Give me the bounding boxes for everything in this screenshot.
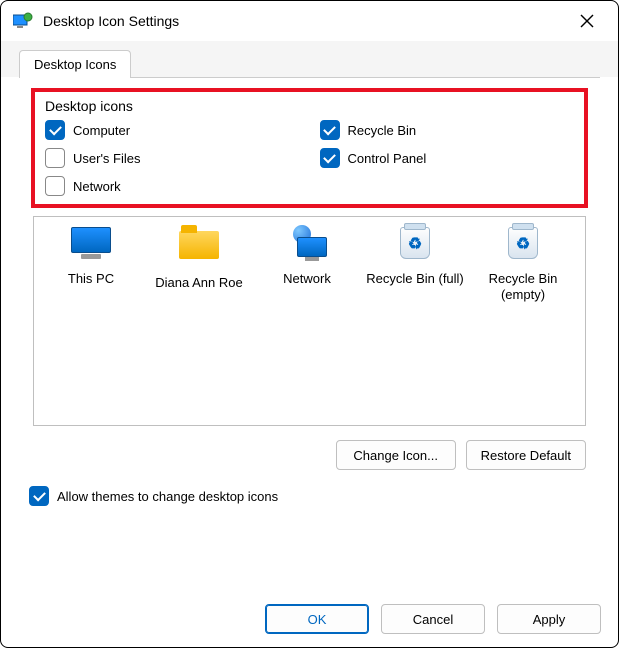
checkbox-allow-themes[interactable]: Allow themes to change desktop icons	[29, 486, 278, 506]
checkbox-network[interactable]: Network	[45, 176, 300, 196]
tabstrip: Desktop Icons	[1, 41, 618, 77]
network-icon	[285, 227, 329, 265]
icon-preview-well: This PC Diana Ann Roe Network ♻ Recycle …	[33, 216, 586, 426]
folder-icon	[177, 231, 221, 269]
app-icon	[13, 11, 33, 31]
monitor-icon	[69, 227, 113, 265]
titlebar: Desktop Icon Settings	[1, 1, 618, 41]
icon-label: This PC	[40, 271, 142, 287]
checkbox-label: Control Panel	[348, 151, 427, 166]
close-icon	[580, 14, 594, 28]
apply-button[interactable]: Apply	[497, 604, 601, 634]
checkbox-box	[45, 176, 65, 196]
cancel-button[interactable]: Cancel	[381, 604, 485, 634]
restore-default-button[interactable]: Restore Default	[466, 440, 586, 470]
icon-label: Diana Ann Roe	[148, 275, 250, 291]
icon-label: Recycle Bin (empty)	[472, 271, 574, 304]
recycle-bin-empty-icon: ♻	[501, 227, 545, 265]
dialog-buttons: OK Cancel Apply	[265, 604, 601, 634]
icon-user-files[interactable]: Diana Ann Roe	[148, 227, 250, 291]
checkbox-box	[45, 120, 65, 140]
tab-desktop-icons[interactable]: Desktop Icons	[19, 50, 131, 78]
checkbox-label: Network	[73, 179, 121, 194]
checkbox-recycle-bin[interactable]: Recycle Bin	[320, 120, 575, 140]
icon-recycle-bin-full[interactable]: ♻ Recycle Bin (full)	[364, 227, 466, 287]
desktop-icons-group: Desktop icons Computer Recycle Bin User'…	[31, 88, 588, 208]
checkbox-label: Allow themes to change desktop icons	[57, 489, 278, 504]
themes-checkbox-row: Allow themes to change desktop icons	[1, 472, 618, 506]
checkbox-label: Computer	[73, 123, 130, 138]
checkbox-box	[320, 148, 340, 168]
icon-this-pc[interactable]: This PC	[40, 227, 142, 287]
tab-body: Desktop icons Computer Recycle Bin User'…	[19, 77, 600, 472]
icon-label: Network	[256, 271, 358, 287]
checkbox-box	[320, 120, 340, 140]
recycle-bin-full-icon: ♻	[393, 227, 437, 265]
checkbox-users-files[interactable]: User's Files	[45, 148, 300, 168]
close-button[interactable]	[564, 5, 610, 37]
checkbox-box	[29, 486, 49, 506]
group-title: Desktop icons	[45, 98, 574, 114]
icon-network[interactable]: Network	[256, 227, 358, 287]
window-title: Desktop Icon Settings	[43, 13, 564, 29]
checkbox-control-panel[interactable]: Control Panel	[320, 148, 575, 168]
icon-buttons-row: Change Icon... Restore Default	[19, 434, 600, 472]
checkbox-grid: Computer Recycle Bin User's Files Contro…	[45, 120, 574, 196]
checkbox-label: User's Files	[73, 151, 141, 166]
change-icon-button[interactable]: Change Icon...	[336, 440, 456, 470]
icon-recycle-bin-empty[interactable]: ♻ Recycle Bin (empty)	[472, 227, 574, 304]
checkbox-computer[interactable]: Computer	[45, 120, 300, 140]
checkbox-label: Recycle Bin	[348, 123, 417, 138]
icon-label: Recycle Bin (full)	[364, 271, 466, 287]
ok-button[interactable]: OK	[265, 604, 369, 634]
checkbox-box	[45, 148, 65, 168]
